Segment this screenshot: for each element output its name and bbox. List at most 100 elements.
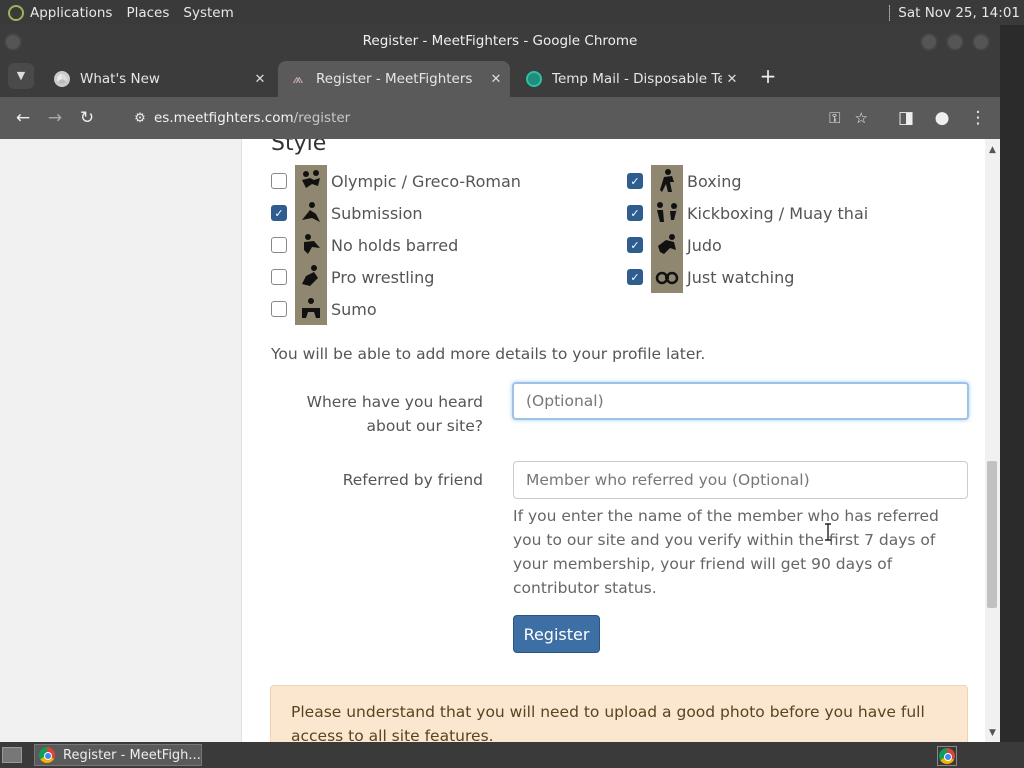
page-viewport: Style Olympic / Greco-Roman ✓ Submission… <box>0 139 1000 742</box>
heard-about-input[interactable] <box>512 382 969 420</box>
style-checkbox[interactable]: ✓ <box>627 269 643 285</box>
browser-toolbar: ← → ↻ ⚙ es.meetfighters.com/register ⚿ ☆… <box>0 97 1000 139</box>
referred-by-label: Referred by friend <box>342 471 483 489</box>
menu-places[interactable]: Places <box>126 5 169 21</box>
style-checkbox[interactable] <box>271 269 287 285</box>
minimize-button[interactable] <box>920 33 938 51</box>
style-option-judo[interactable]: ✓ Judo <box>627 229 722 261</box>
profile-avatar-icon[interactable]: ● <box>926 102 958 134</box>
style-label: Sumo <box>331 299 377 319</box>
tab-title: Register - MeetFighters <box>316 71 473 87</box>
registration-form: Style Olympic / Greco-Roman ✓ Submission… <box>242 139 985 742</box>
side-panel-icon[interactable]: ◨ <box>890 102 922 134</box>
binoculars-pictogram-icon <box>651 261 683 293</box>
window-titlebar: Register - MeetFighters - Google Chrome <box>0 25 1000 57</box>
tab-register-meetfighters[interactable]: ⩕ Register - MeetFighters ✕ <box>278 61 510 97</box>
tab-title: Temp Mail - Disposable Temporary Email <box>552 71 722 87</box>
new-tab-plus-icon[interactable]: + <box>756 65 780 89</box>
style-label: Pro wrestling <box>331 267 435 287</box>
style-checkbox[interactable]: ✓ <box>627 205 643 221</box>
style-checkbox[interactable]: ✓ <box>627 237 643 253</box>
reload-icon[interactable]: ↻ <box>71 102 103 134</box>
style-option-submission[interactable]: ✓ Submission <box>271 197 423 229</box>
style-checkbox[interactable]: ✓ <box>271 205 287 221</box>
tempmail-icon <box>526 71 542 87</box>
profile-details-note: You will be able to add more details to … <box>271 345 706 363</box>
scroll-down-icon[interactable]: ▼ <box>985 726 1000 740</box>
style-option-just-watching[interactable]: ✓ Just watching <box>627 261 794 293</box>
kickboxing-pictogram-icon <box>651 197 683 229</box>
mma-pictogram-icon <box>295 229 327 261</box>
style-option-boxing[interactable]: ✓ Boxing <box>627 165 741 197</box>
tab-strip: ▼ What's New ✕ ⩕ Register - MeetFighters… <box>0 57 1000 97</box>
register-button[interactable]: Register <box>513 615 600 653</box>
site-info-icon[interactable]: ⚙ <box>126 111 154 126</box>
style-label: Olympic / Greco-Roman <box>331 171 521 191</box>
maximize-button[interactable] <box>946 33 964 51</box>
style-heading: Style <box>271 139 327 156</box>
tray-chrome-icon[interactable] <box>937 746 957 766</box>
more-menu-icon[interactable]: ⋮ <box>962 102 994 134</box>
style-option-olympic[interactable]: Olympic / Greco-Roman <box>271 165 521 197</box>
panel-separator <box>889 4 891 21</box>
close-tab-icon[interactable]: ✕ <box>486 72 506 87</box>
style-checkbox[interactable] <box>271 301 287 317</box>
judo-pictogram-icon <box>651 229 683 261</box>
style-checkbox[interactable]: ✓ <box>627 173 643 189</box>
style-label: Just watching <box>687 267 795 287</box>
url-host: es.meetfighters.com <box>154 110 294 126</box>
text-cursor-icon <box>825 523 831 541</box>
style-checkbox[interactable] <box>271 173 287 189</box>
style-label: No holds barred <box>331 235 459 255</box>
menu-system[interactable]: System <box>183 5 233 21</box>
window-title: Register - MeetFighters - Google Chrome <box>362 33 638 49</box>
system-logo-icon[interactable] <box>8 4 24 21</box>
style-label: Boxing <box>687 171 742 191</box>
photo-warning-alert: Please understand that you will need to … <box>270 685 968 742</box>
scrollbar-thumb[interactable] <box>987 461 997 608</box>
left-margin <box>0 139 242 742</box>
page-scrollbar[interactable]: ▲ ▼ <box>985 139 1000 742</box>
photo-warning-text: Please understand that you will need to … <box>291 703 925 742</box>
referral-help-text: If you enter the name of the member who … <box>513 507 939 597</box>
tab-whats-new[interactable]: What's New ✕ <box>42 61 274 97</box>
tab-title: What's New <box>80 71 160 87</box>
chrome-icon <box>54 71 70 87</box>
bottom-taskbar: Register - MeetFigh... <box>0 742 1024 768</box>
forward-arrow-icon[interactable]: → <box>39 102 71 134</box>
wrestling-pictogram-icon <box>295 165 327 197</box>
bookmark-star-icon[interactable]: ☆ <box>855 109 868 127</box>
address-bar[interactable]: ⚙ es.meetfighters.com/register ⚿ ☆ <box>120 101 878 135</box>
taskbar-window-button[interactable]: Register - MeetFigh... <box>34 744 202 766</box>
style-checkbox[interactable] <box>271 237 287 253</box>
referred-by-input[interactable] <box>513 461 968 499</box>
key-icon[interactable]: ⚿ <box>829 109 840 127</box>
close-tab-icon[interactable]: ✕ <box>250 72 270 87</box>
style-label: Kickboxing / Muay thai <box>687 203 869 223</box>
tab-temp-mail[interactable]: Temp Mail - Disposable Temporary Email ✕ <box>514 61 746 97</box>
meetfighters-icon: ⩕ <box>292 71 304 87</box>
tab-search-chevron-down-icon[interactable]: ▼ <box>8 63 34 89</box>
style-option-no-holds-barred[interactable]: No holds barred <box>271 229 458 261</box>
close-window-button[interactable] <box>972 33 990 51</box>
url-path: /register <box>293 110 351 126</box>
menu-applications[interactable]: Applications <box>30 5 112 21</box>
back-arrow-icon[interactable]: ← <box>7 102 39 134</box>
style-label: Judo <box>687 235 722 255</box>
chrome-icon <box>39 747 55 763</box>
system-top-panel: Applications Places System Sat Nov 25, 1… <box>0 0 1024 25</box>
chrome-icon <box>939 748 955 764</box>
style-option-kickboxing[interactable]: ✓ Kickboxing / Muay thai <box>627 197 868 229</box>
close-tab-icon[interactable]: ✕ <box>722 72 742 87</box>
system-clock[interactable]: Sat Nov 25, 14:01 <box>898 5 1020 21</box>
style-option-sumo[interactable]: Sumo <box>271 293 377 325</box>
scroll-up-icon[interactable]: ▲ <box>985 143 1000 157</box>
style-option-pro-wrestling[interactable]: Pro wrestling <box>271 261 434 293</box>
submission-pictogram-icon <box>295 197 327 229</box>
show-desktop-icon[interactable] <box>2 747 22 763</box>
sumo-pictogram-icon <box>295 293 327 325</box>
pro-wrestling-pictogram-icon <box>295 261 327 293</box>
window-menu-button[interactable] <box>4 33 22 51</box>
taskbar-window-label: Register - MeetFigh... <box>63 747 201 763</box>
heard-about-label: Where have you heard about our site? <box>306 393 483 435</box>
